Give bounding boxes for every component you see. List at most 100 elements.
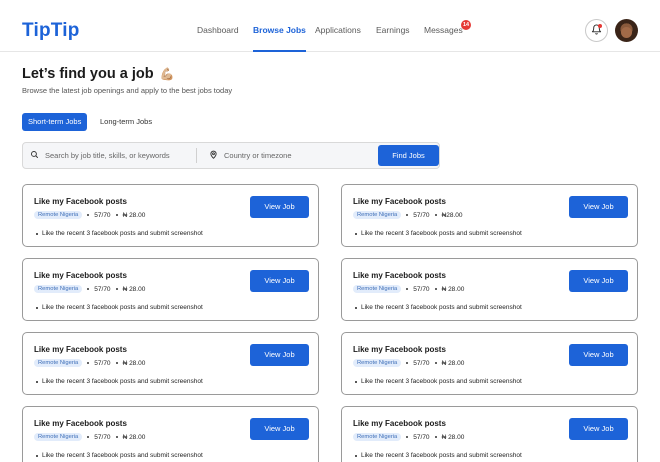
job-card[interactable]: Like my Facebook posts Remote Nigeria 57/7… [341, 406, 638, 462]
job-slots: 57/70 [94, 211, 111, 219]
job-task: Like the recent 3 facebook posts and sub… [36, 230, 203, 237]
view-job-button[interactable]: View Job [569, 418, 628, 440]
job-slots: 57/70 [94, 285, 111, 293]
location-tag: Remote Nigeria [353, 211, 402, 219]
job-card[interactable]: Like my Facebook posts Remote Nigeria 57/7… [22, 332, 319, 395]
separator-dot [115, 214, 118, 216]
job-title: Like my Facebook posts [353, 419, 446, 428]
nav-applications[interactable]: Applications [315, 25, 361, 35]
app-logo[interactable]: TipTip [22, 20, 80, 42]
bullet-icon [355, 232, 357, 235]
job-task: Like the recent 3 facebook posts and sub… [355, 230, 522, 237]
separator-dot [115, 288, 118, 290]
bullet-icon [36, 454, 38, 457]
notifications-button[interactable] [585, 19, 608, 42]
search-icon [30, 150, 39, 161]
job-task: Like the recent 3 facebook posts and sub… [36, 452, 203, 459]
job-card[interactable]: Like my Facebook posts Remote Nigeria 57/7… [341, 184, 638, 247]
job-title: Like my Facebook posts [353, 345, 446, 354]
location-tag: Remote Nigeria [34, 285, 83, 293]
bullet-icon [355, 380, 357, 383]
view-job-button[interactable]: View Job [250, 270, 309, 292]
job-meta: Remote Nigeria 57/70 ₦28.00 [353, 211, 463, 219]
nav-browse-jobs[interactable]: Browse Jobs [253, 25, 306, 52]
job-task: Like the recent 3 facebook posts and sub… [355, 452, 522, 459]
location-tag: Remote Nigeria [34, 211, 83, 219]
job-title: Like my Facebook posts [353, 197, 446, 206]
view-job-button[interactable]: View Job [250, 196, 309, 218]
nav-messages[interactable]: Messages [424, 25, 463, 35]
job-meta: Remote Nigeria 57/70 ₦ 28.00 [34, 433, 145, 441]
job-card[interactable]: Like my Facebook posts Remote Nigeria 57/7… [341, 332, 638, 395]
job-task: Like the recent 3 facebook posts and sub… [36, 304, 203, 311]
job-task-text: Like the recent 3 facebook posts and sub… [42, 452, 203, 459]
job-task-text: Like the recent 3 facebook posts and sub… [361, 230, 522, 237]
location-pin-icon [209, 150, 218, 161]
keyword-search-field[interactable]: Search by job title, skills, or keywords [30, 143, 170, 168]
location-tag: Remote Nigeria [34, 359, 83, 367]
page-title: Let’s find you a job 💪🏼 [22, 66, 175, 82]
job-task-text: Like the recent 3 facebook posts and sub… [361, 452, 522, 459]
bullet-icon [36, 380, 38, 383]
job-task-text: Like the recent 3 facebook posts and sub… [42, 378, 203, 385]
job-card[interactable]: Like my Facebook posts Remote Nigeria 57/7… [341, 258, 638, 321]
bullet-icon [355, 306, 357, 309]
job-card[interactable]: Like my Facebook posts Remote Nigeria 57/7… [22, 406, 319, 462]
top-navigation-bar: TipTip Dashboard Browse Jobs Application… [0, 0, 660, 52]
job-price: ₦ 28.00 [122, 433, 146, 441]
user-avatar[interactable] [615, 19, 638, 42]
nav-earnings[interactable]: Earnings [376, 25, 410, 35]
separator-dot [434, 214, 437, 216]
job-slots: 57/70 [413, 285, 430, 293]
separator-dot [87, 214, 90, 216]
view-job-button[interactable]: View Job [250, 344, 309, 366]
view-job-button[interactable]: View Job [569, 196, 628, 218]
separator-dot [434, 362, 437, 364]
job-price: ₦28.00 [441, 211, 463, 219]
nav-dashboard[interactable]: Dashboard [197, 25, 239, 35]
location-search-field[interactable]: Country or timezone [209, 143, 292, 168]
job-meta: Remote Nigeria 57/70 ₦ 28.00 [34, 211, 145, 219]
separator-dot [406, 436, 409, 438]
page-title-text: Let’s find you a job [22, 66, 154, 82]
job-price: ₦ 28.00 [441, 359, 465, 367]
view-job-button[interactable]: View Job [569, 270, 628, 292]
job-search-bar: Search by job title, skills, or keywords… [22, 142, 440, 169]
bullet-icon [355, 454, 357, 457]
page-subtitle: Browse the latest job openings and apply… [22, 86, 233, 95]
separator-dot [434, 288, 437, 290]
location-tag: Remote Nigeria [353, 285, 402, 293]
job-slots: 57/70 [413, 433, 430, 441]
job-task: Like the recent 3 facebook posts and sub… [355, 304, 522, 311]
messages-count-badge: 14 [461, 20, 471, 30]
tab-long-term-jobs[interactable]: Long-term Jobs [94, 113, 158, 131]
location-tag: Remote Nigeria [353, 433, 402, 441]
separator-dot [87, 362, 90, 364]
job-card[interactable]: Like my Facebook posts Remote Nigeria 57/7… [22, 184, 319, 247]
separator-dot [115, 362, 118, 364]
job-title: Like my Facebook posts [353, 271, 446, 280]
job-price: ₦ 28.00 [441, 285, 465, 293]
separator-dot [406, 214, 409, 216]
bullet-icon [36, 232, 38, 235]
view-job-button[interactable]: View Job [250, 418, 309, 440]
view-job-button[interactable]: View Job [569, 344, 628, 366]
job-meta: Remote Nigeria 57/70 ₦ 28.00 [34, 359, 145, 367]
job-task-text: Like the recent 3 facebook posts and sub… [361, 304, 522, 311]
job-card[interactable]: Like my Facebook posts Remote Nigeria 57/7… [22, 258, 319, 321]
job-price: ₦ 28.00 [441, 433, 465, 441]
separator-dot [406, 288, 409, 290]
notification-indicator [598, 24, 602, 28]
flexed-biceps-icon: 💪🏼 [159, 67, 175, 81]
job-title: Like my Facebook posts [34, 419, 127, 428]
job-task-text: Like the recent 3 facebook posts and sub… [42, 304, 203, 311]
job-price: ₦ 28.00 [122, 211, 146, 219]
job-slots: 57/70 [413, 359, 430, 367]
location-tag: Remote Nigeria [353, 359, 402, 367]
bullet-icon [36, 306, 38, 309]
job-task: Like the recent 3 facebook posts and sub… [355, 378, 522, 385]
job-slots: 57/70 [413, 211, 430, 219]
tab-short-term-jobs[interactable]: Short-term Jobs [22, 113, 88, 131]
job-price: ₦ 28.00 [122, 359, 146, 367]
find-jobs-button[interactable]: Find Jobs [378, 145, 439, 166]
